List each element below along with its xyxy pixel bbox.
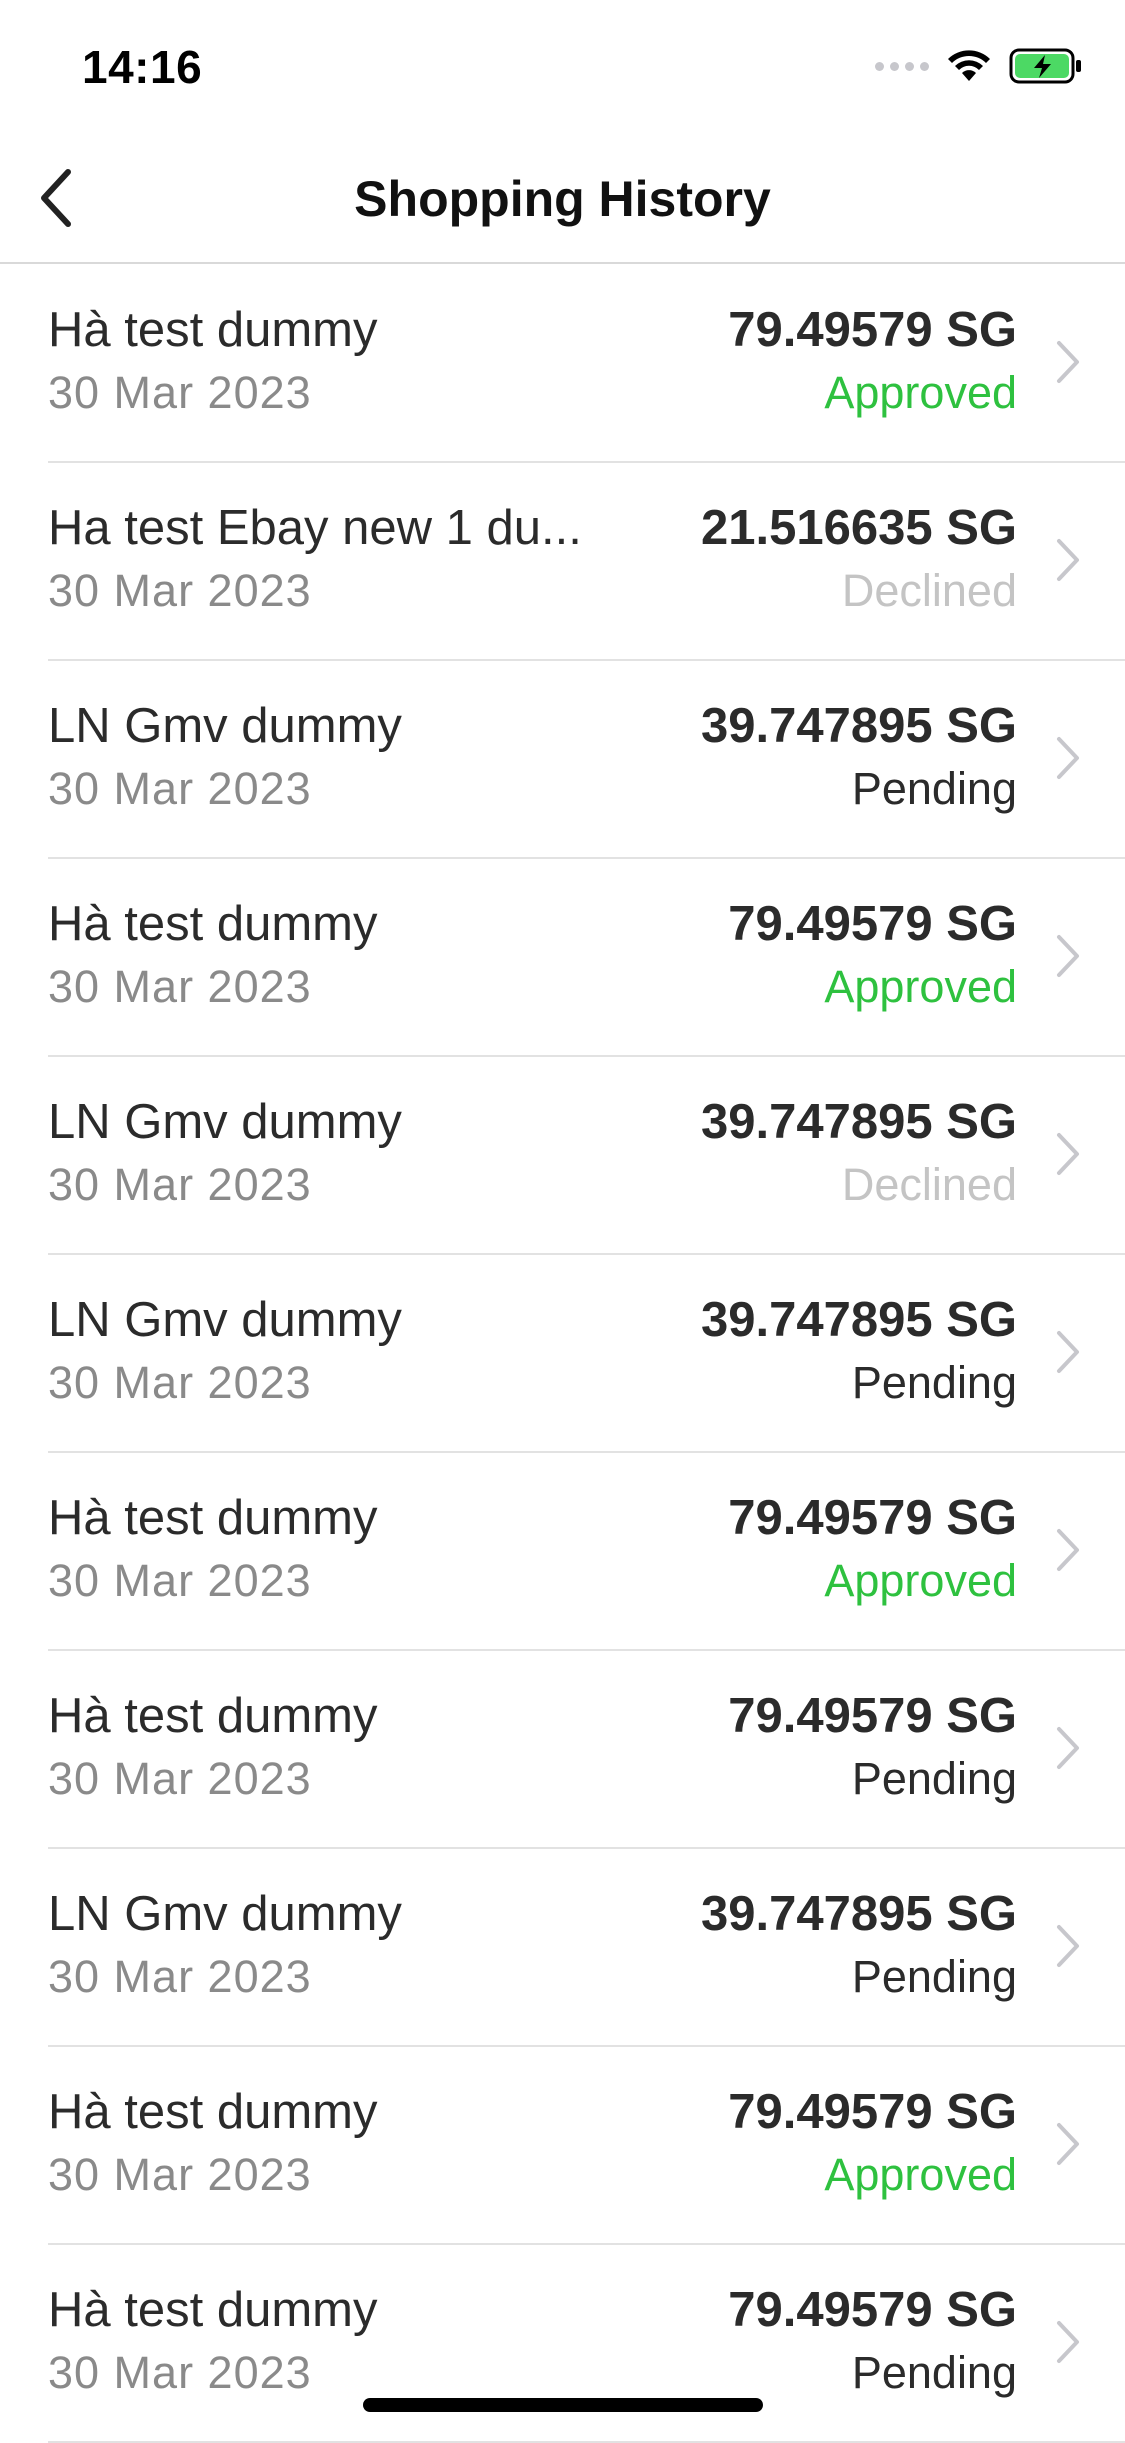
- transaction-row[interactable]: LN Gmv dummy 30 Mar 2023 39.747895 SG Pe…: [0, 1849, 1125, 2047]
- row-info: LN Gmv dummy 30 Mar 2023: [48, 1290, 608, 1413]
- transaction-title: LN Gmv dummy: [48, 699, 402, 753]
- row-values: 21.516635 SG Declined: [701, 498, 1017, 621]
- transaction-title: Hà test dummy: [48, 303, 378, 357]
- transaction-row[interactable]: Hà test dummy 30 Mar 2023 79.49579 SG Ap…: [0, 859, 1125, 1057]
- transaction-date: 30 Mar 2023: [48, 1753, 312, 1804]
- transaction-amount: 21.516635 SG: [700, 501, 1017, 555]
- transaction-row[interactable]: Ha test Ebay new 1 du... 30 Mar 2023 21.…: [0, 463, 1125, 661]
- transaction-row[interactable]: Hà test dummy 30 Mar 2023 79.49579 SG Ap…: [0, 265, 1125, 463]
- transaction-status: Pending: [851, 763, 1017, 814]
- chevron-right-icon: [1057, 1133, 1079, 1175]
- transaction-status: Pending: [851, 1951, 1017, 2002]
- transaction-title: LN Gmv dummy: [48, 1887, 402, 1941]
- row-info: LN Gmv dummy 30 Mar 2023: [48, 1884, 608, 2007]
- row-values: 39.747895 SG Pending: [701, 1884, 1017, 2007]
- transaction-row[interactable]: Hà test dummy 30 Mar 2023 79.49579 SG Pe…: [0, 2245, 1125, 2443]
- transaction-status: Declined: [841, 565, 1017, 616]
- transaction-status: Approved: [824, 2149, 1017, 2200]
- row-values: 79.49579 SG Approved: [728, 894, 1017, 1017]
- transaction-status: Approved: [824, 961, 1017, 1012]
- transaction-date: 30 Mar 2023: [48, 1357, 312, 1408]
- battery-charging-icon: [1009, 48, 1081, 84]
- transaction-title: Hà test dummy: [48, 897, 378, 951]
- chevron-right-icon: [1057, 1529, 1079, 1571]
- transaction-amount: 39.747895 SG: [700, 1293, 1017, 1347]
- status-time: 14:16: [82, 41, 203, 93]
- status-icons: [875, 48, 1083, 84]
- row-values: 79.49579 SG Approved: [728, 1488, 1017, 1611]
- transaction-date: 30 Mar 2023: [48, 1159, 312, 1210]
- transaction-amount: 39.747895 SG: [700, 699, 1017, 753]
- row-info: Hà test dummy 30 Mar 2023: [48, 894, 608, 1017]
- row-values: 79.49579 SG Approved: [728, 2082, 1017, 2205]
- transaction-amount: 79.49579 SG: [728, 1689, 1017, 1743]
- row-info: Ha test Ebay new 1 du... 30 Mar 2023: [48, 498, 608, 621]
- chevron-right-icon: [1057, 539, 1079, 581]
- chevron-right-icon: [1057, 341, 1079, 383]
- page-title: Shopping History: [354, 171, 771, 227]
- row-values: 79.49579 SG Pending: [728, 2280, 1017, 2403]
- row-info: LN Gmv dummy 30 Mar 2023: [48, 1092, 608, 1215]
- cellular-signal-icon: [875, 61, 929, 71]
- chevron-right-icon: [1057, 935, 1079, 977]
- transaction-amount: 79.49579 SG: [728, 2283, 1017, 2337]
- transaction-title: Hà test dummy: [48, 2283, 378, 2337]
- row-info: Hà test dummy 30 Mar 2023: [48, 1686, 608, 1809]
- transaction-amount: 79.49579 SG: [728, 897, 1017, 951]
- transaction-date: 30 Mar 2023: [48, 2149, 312, 2200]
- transaction-date: 30 Mar 2023: [48, 961, 312, 1012]
- transaction-date: 30 Mar 2023: [48, 1951, 312, 2002]
- transaction-title: Ha test Ebay new 1 du...: [48, 501, 582, 555]
- transaction-title: Hà test dummy: [48, 1689, 378, 1743]
- row-values: 39.747895 SG Pending: [701, 696, 1017, 819]
- row-info: Hà test dummy 30 Mar 2023: [48, 2082, 608, 2205]
- transaction-status: Pending: [851, 2347, 1017, 2398]
- transaction-title: Hà test dummy: [48, 1491, 378, 1545]
- transaction-date: 30 Mar 2023: [48, 367, 312, 418]
- row-info: Hà test dummy 30 Mar 2023: [48, 2280, 608, 2403]
- transaction-row[interactable]: Hà test dummy 30 Mar 2023 79.49579 SG Pe…: [0, 1651, 1125, 1849]
- transaction-row[interactable]: LN Gmv dummy 30 Mar 2023 39.747895 SG Pe…: [0, 661, 1125, 859]
- chevron-right-icon: [1057, 1331, 1079, 1373]
- transaction-amount: 79.49579 SG: [728, 1491, 1017, 1545]
- transaction-row[interactable]: LN Gmv dummy 30 Mar 2023 39.747895 SG Pe…: [0, 1255, 1125, 1453]
- transaction-amount: 39.747895 SG: [700, 1887, 1017, 1941]
- transaction-row[interactable]: Hà test dummy 30 Mar 2023 79.49579 SG Ap…: [0, 1453, 1125, 1651]
- chevron-right-icon: [1057, 2321, 1079, 2363]
- row-values: 39.747895 SG Declined: [701, 1092, 1017, 1215]
- transaction-status: Declined: [841, 1159, 1017, 1210]
- chevron-right-icon: [1057, 2123, 1079, 2165]
- navigation-bar: Shopping History: [0, 132, 1125, 264]
- row-values: 79.49579 SG Pending: [728, 1686, 1017, 1809]
- row-values: 79.49579 SG Approved: [728, 300, 1017, 423]
- transaction-date: 30 Mar 2023: [48, 1555, 312, 1606]
- chevron-right-icon: [1057, 737, 1079, 779]
- row-info: Hà test dummy 30 Mar 2023: [48, 300, 608, 423]
- transaction-title: LN Gmv dummy: [48, 1095, 402, 1149]
- transaction-date: 30 Mar 2023: [48, 2347, 312, 2398]
- transaction-status: Approved: [824, 1555, 1017, 1606]
- row-values: 39.747895 SG Pending: [701, 1290, 1017, 1413]
- chevron-right-icon: [1057, 1727, 1079, 1769]
- status-bar: 14:16: [0, 0, 1125, 132]
- transaction-date: 30 Mar 2023: [48, 565, 312, 616]
- transaction-status: Pending: [851, 1753, 1017, 1804]
- home-indicator[interactable]: [363, 2398, 763, 2412]
- row-info: Hà test dummy 30 Mar 2023: [48, 1488, 608, 1611]
- transaction-status: Pending: [851, 1357, 1017, 1408]
- transaction-date: 30 Mar 2023: [48, 763, 312, 814]
- chevron-right-icon: [1057, 1925, 1079, 1967]
- transaction-row[interactable]: LN Gmv dummy 30 Mar 2023 39.747895 SG De…: [0, 1057, 1125, 1255]
- transaction-status: Approved: [824, 367, 1017, 418]
- wifi-icon: [948, 50, 990, 81]
- transaction-title: LN Gmv dummy: [48, 1293, 402, 1347]
- transaction-amount: 79.49579 SG: [728, 303, 1017, 357]
- row-info: LN Gmv dummy 30 Mar 2023: [48, 696, 608, 819]
- transaction-amount: 39.747895 SG: [700, 1095, 1017, 1149]
- transaction-row[interactable]: Hà test dummy 30 Mar 2023 79.49579 SG Ap…: [0, 2047, 1125, 2245]
- transaction-title: Hà test dummy: [48, 2085, 378, 2139]
- transaction-list: Hà test dummy 30 Mar 2023 79.49579 SG Ap…: [0, 265, 1125, 2443]
- transaction-amount: 79.49579 SG: [728, 2085, 1017, 2139]
